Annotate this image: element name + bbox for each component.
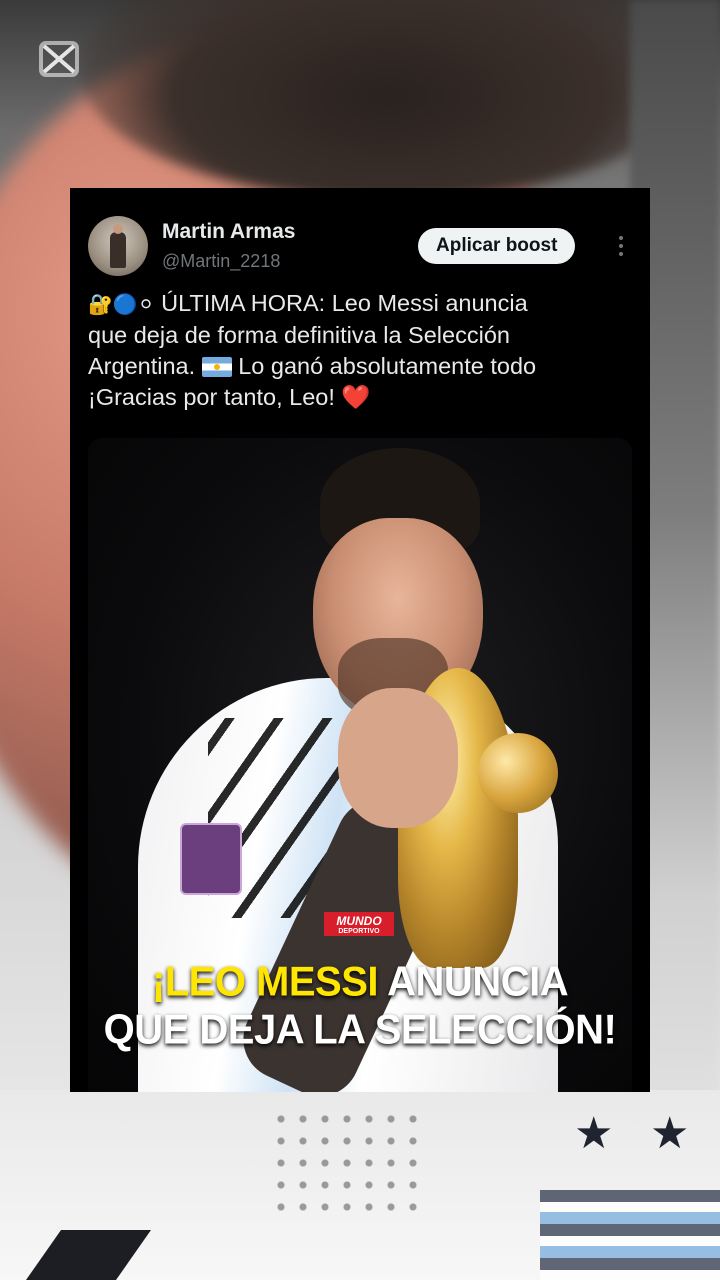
golden-ball-trophy (478, 733, 558, 813)
tweet-image[interactable]: MUNDO DEPORTIVO ¡LEO MESSI ANUNCIA QUE DE… (88, 438, 632, 1092)
star-icon: ★ (574, 1108, 614, 1159)
apply-boost-button[interactable]: Aplicar boost (418, 228, 576, 264)
tweet-text-line-3: Argentina. (88, 353, 196, 379)
avatar[interactable] (88, 216, 148, 276)
tweet-text-line-5: ¡Gracias por tanto, Leo! (88, 384, 342, 410)
background-dots (270, 1108, 420, 1218)
heart-icon: ❤️ (341, 383, 371, 411)
tweet-text: 🔐🔵⚪ ÚLTIMA HORA: Leo Messi anuncia que d… (88, 288, 618, 413)
world-cup-patch (180, 823, 242, 895)
headline-rest: ANUNCIA (378, 958, 569, 1006)
headline-highlight: ¡LEO MESSI (151, 958, 379, 1006)
background-stripe (540, 1190, 720, 1280)
star-icon: ★ (650, 1108, 690, 1159)
capcut-logo-icon (39, 41, 79, 77)
headline-line-1: ¡LEO MESSI ANUNCIA (88, 959, 632, 1006)
mundo-deportivo-logo: MUNDO DEPORTIVO (324, 912, 394, 936)
argentina-flag-icon (201, 357, 232, 377)
more-vertical-icon[interactable] (609, 234, 633, 258)
tweet-card: Martin Armas @Martin_2218 Aplicar boost … (70, 188, 650, 1092)
author-handle[interactable]: @Martin_2218 (162, 251, 280, 272)
player-hand (338, 688, 458, 828)
tweet-text-line-1: ÚLTIMA HORA: Leo Messi anuncia (154, 290, 528, 316)
headline-line-2: QUE DEJA LA SELECCIÓN! (103, 1006, 617, 1054)
author-name[interactable]: Martin Armas (162, 220, 295, 244)
lock-and-circles-icon: 🔐🔵⚪ (88, 292, 155, 316)
tweet-text-line-4: Lo ganó absolutamente todo (231, 353, 537, 379)
tweet-text-line-2: que deja de forma definitiva la Selecció… (88, 322, 510, 348)
